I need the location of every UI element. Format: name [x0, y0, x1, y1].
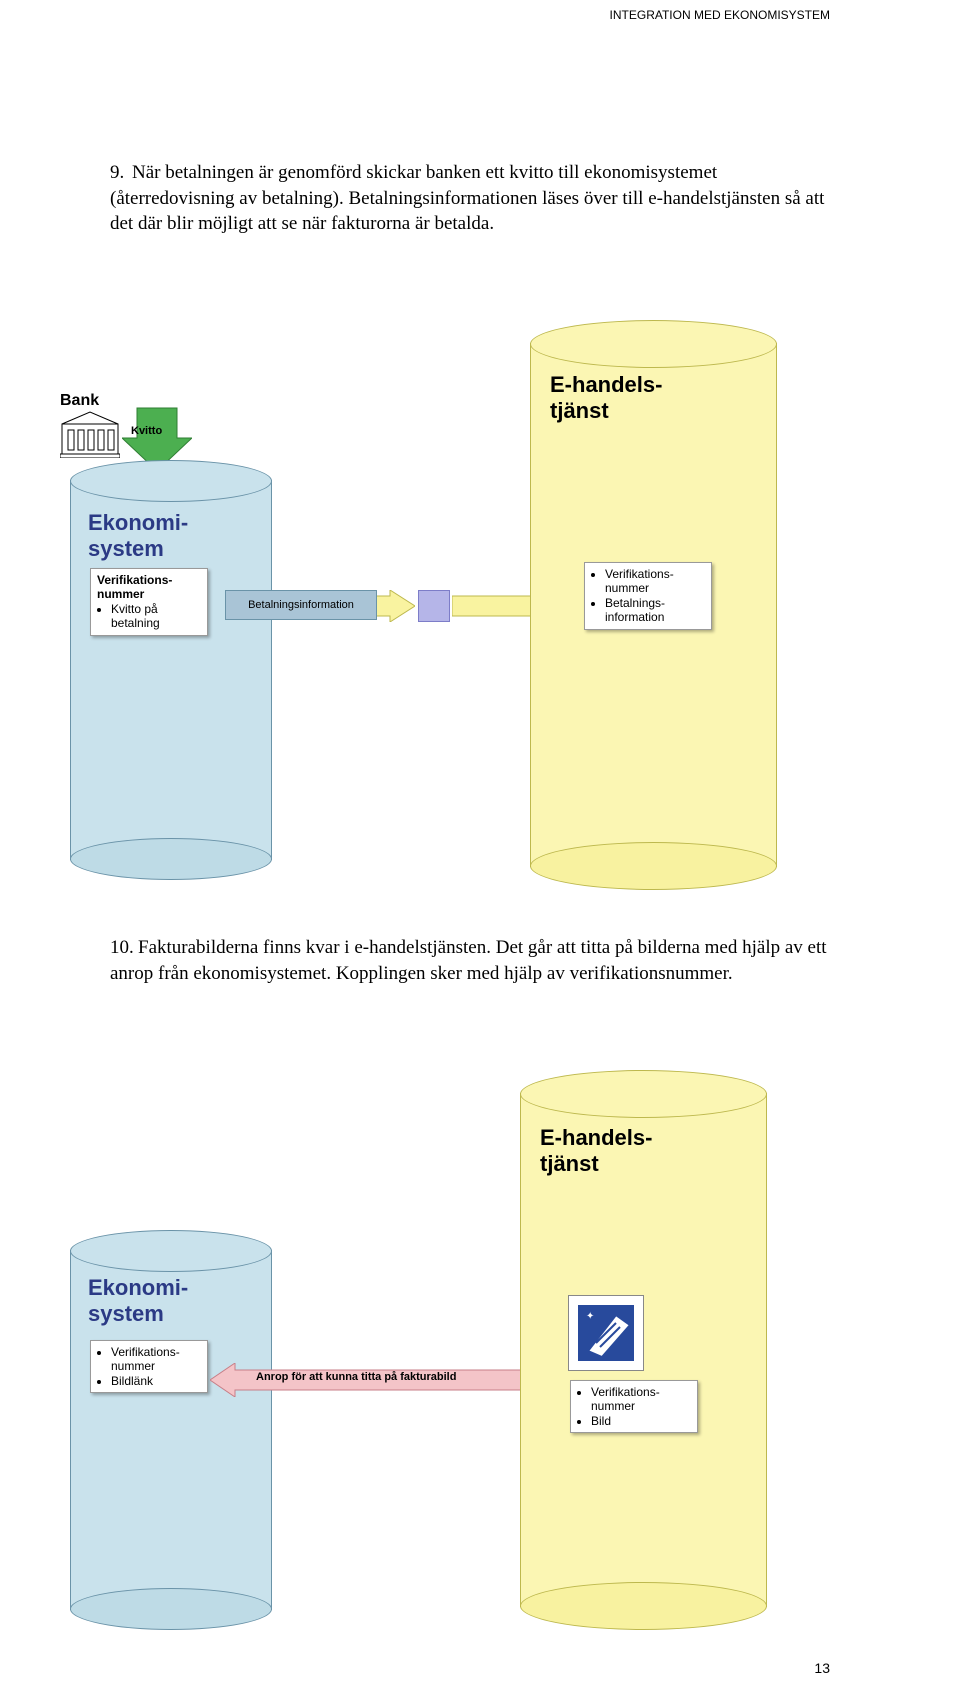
ekonomi-note-head: Verifikations-nummer	[97, 573, 172, 601]
paragraph-9: 9.När betalningen är genomförd skickar b…	[110, 160, 830, 237]
ehandel-title-1: E-handels-	[550, 372, 662, 398]
ehandel2-title-1: E-handels-	[540, 1125, 652, 1151]
para9-num: 9.	[110, 160, 132, 186]
ehandel-note-1: Verifikations-nummer	[605, 567, 705, 596]
ekonomi2-note-1: Verifikations-nummer	[111, 1345, 201, 1374]
betalningsinfo-box: Betalningsinformation	[225, 590, 377, 620]
ehandel-note-box: Verifikations-nummer Betalnings-informat…	[584, 562, 712, 630]
ehandel-note-2: Betalnings-information	[605, 596, 705, 625]
bank-label: Bank	[60, 392, 99, 410]
ekonomi-title-1: Ekonomi-	[88, 510, 188, 536]
para10-num: 10.	[110, 935, 138, 961]
ehandel-title-2: tjänst	[550, 398, 609, 424]
ehandel2-note-box: Verifikations-nummer Bild	[570, 1380, 698, 1433]
ehandel2-title-2: tjänst	[540, 1151, 599, 1177]
ekonomi2-note-box: Verifikations-nummer Bildlänk	[90, 1340, 208, 1393]
ekonomi2-title-1: Ekonomi-	[88, 1275, 188, 1301]
ekonomi-note-bullet: Kvitto på betalning	[111, 602, 201, 631]
para10-body: Fakturabilderna finns kvar i e-handelstj…	[110, 937, 827, 984]
paragraph-10: 10.Fakturabilderna finns kvar i e-handel…	[110, 935, 830, 986]
ekonomi-note-box: Verifikations-nummer Kvitto på betalning	[90, 568, 208, 636]
diagram-1: Bank Kvitto Ekonomi- system Verifikation…	[60, 300, 840, 900]
pink-arrow-label: Anrop för att kunna titta på fakturabild	[256, 1371, 456, 1383]
bank-building-icon	[60, 410, 120, 458]
purple-square-icon	[418, 590, 450, 622]
diagram-2: Ekonomi- system Verifikations-nummer Bil…	[60, 1070, 840, 1630]
ekonomi-title-2: system	[88, 536, 164, 562]
para9-body: När betalningen är genomförd skickar ban…	[110, 162, 824, 234]
svg-text:✦: ✦	[586, 1311, 594, 1322]
kvitto-label: Kvitto	[131, 425, 162, 437]
ehandel2-note-1: Verifikations-nummer	[591, 1385, 691, 1414]
ekonomi2-note-2: Bildlänk	[111, 1374, 201, 1388]
page-number: 13	[814, 1660, 830, 1676]
ekonomi2-title-2: system	[88, 1301, 164, 1327]
header-text: INTEGRATION MED EKONOMISYSTEM	[610, 8, 830, 22]
bill-icon: ✦	[568, 1295, 644, 1371]
ehandel2-note-2: Bild	[591, 1414, 691, 1428]
